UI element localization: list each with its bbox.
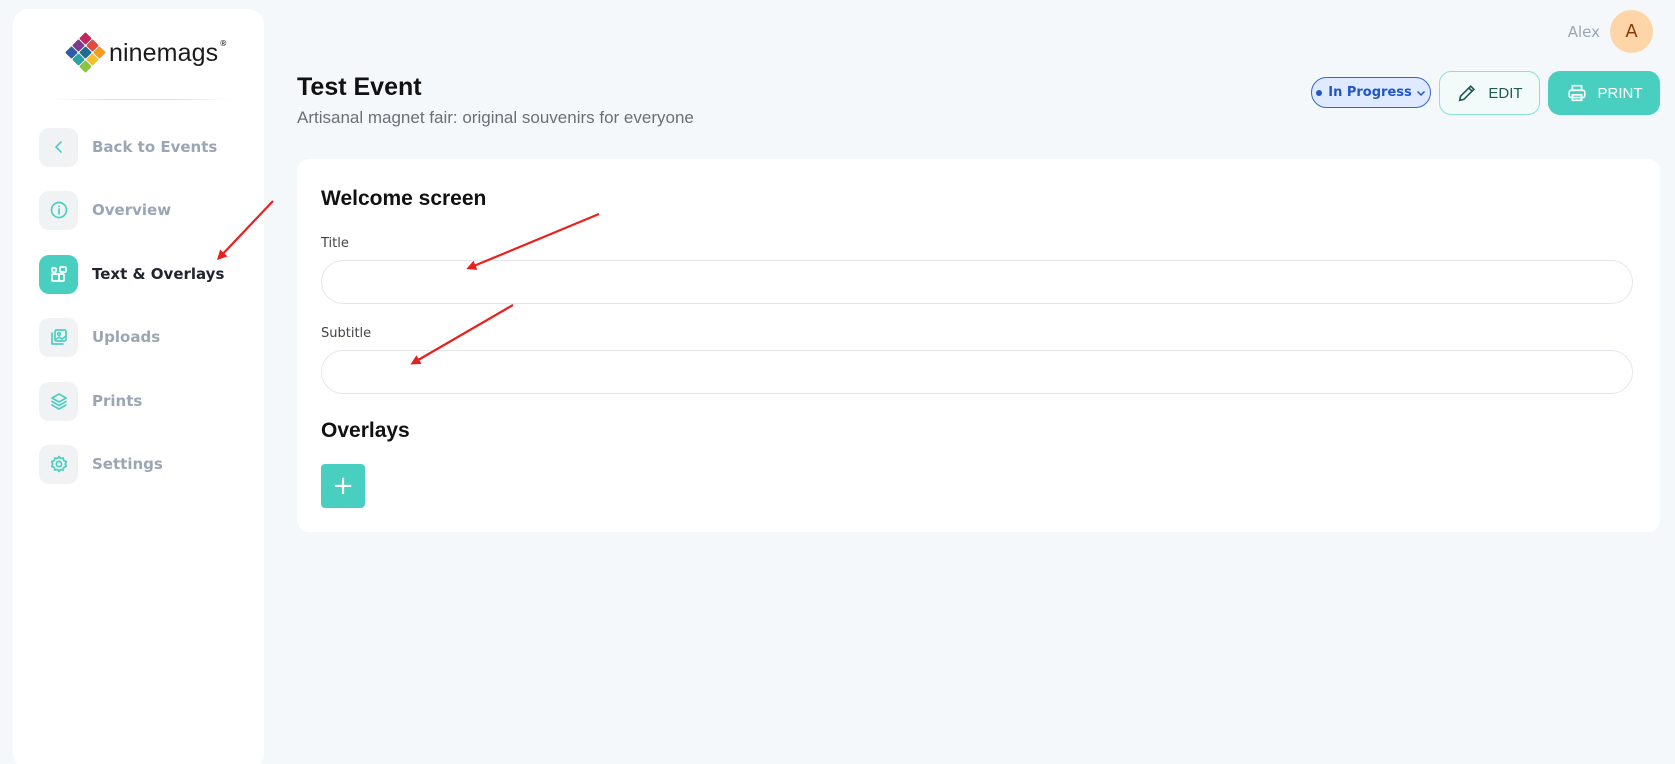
sidebar-item-prints[interactable]: Prints — [39, 381, 142, 421]
welcome-screen-heading: Welcome screen — [321, 187, 487, 210]
sidebar-item-text-overlays[interactable]: Text & Overlays — [39, 254, 224, 294]
chevron-left-icon — [39, 127, 78, 167]
sidebar-item-label: Settings — [92, 455, 163, 473]
sidebar-item-back-to-events[interactable]: Back to Events — [39, 127, 217, 167]
edit-button[interactable]: EDIT — [1439, 71, 1540, 115]
layers-icon — [39, 381, 78, 421]
welcome-card: Welcome screen Title Subtitle Overlays + — [297, 159, 1660, 532]
logo-mark-icon — [65, 31, 106, 75]
subtitle-field-label: Subtitle — [321, 326, 372, 341]
sidebar-item-label: Uploads — [92, 328, 161, 346]
gear-icon — [39, 444, 78, 484]
printer-icon — [1567, 84, 1586, 102]
sidebar-item-overview[interactable]: Overview — [39, 190, 171, 230]
sidebar-item-label: Text & Overlays — [92, 265, 225, 283]
status-dropdown[interactable]: In Progress — [1311, 77, 1431, 108]
user-menu[interactable]: Alex A — [1568, 10, 1653, 53]
sidebar-item-label: Prints — [92, 392, 143, 410]
brand-registered-mark: ® — [219, 38, 228, 48]
print-button[interactable]: PRINT — [1548, 71, 1660, 115]
chevron-down-icon — [1416, 90, 1425, 96]
avatar[interactable]: A — [1610, 10, 1653, 53]
sidebar-item-settings[interactable]: Settings — [39, 444, 163, 484]
user-name: Alex — [1567, 22, 1600, 41]
subtitle-input[interactable] — [321, 350, 1633, 394]
page-subtitle: Artisanal magnet fair: original souvenir… — [297, 108, 694, 127]
sidebar-item-label: Overview — [92, 201, 172, 219]
sidebar: ninemags ® Back to Events Overview Text &… — [13, 9, 264, 764]
title-input[interactable] — [321, 260, 1633, 304]
brand-name: ninemags — [109, 38, 219, 67]
sidebar-divider — [53, 99, 233, 100]
info-icon — [39, 190, 78, 230]
widgets-icon — [39, 254, 78, 294]
sidebar-item-label: Back to Events — [92, 138, 218, 156]
add-overlay-button[interactable]: + — [321, 464, 365, 508]
print-label: PRINT — [1597, 84, 1643, 102]
page-title: Test Event — [297, 73, 422, 101]
title-field-label: Title — [321, 236, 349, 251]
sidebar-item-uploads[interactable]: Uploads — [39, 317, 160, 357]
brand-logo[interactable]: ninemags ® — [65, 31, 228, 75]
pencil-icon — [1458, 84, 1476, 102]
edit-label: EDIT — [1488, 84, 1523, 102]
images-icon — [39, 317, 78, 357]
overlays-heading: Overlays — [321, 419, 410, 442]
status-label: In Progress — [1328, 85, 1412, 100]
status-dot-icon — [1316, 89, 1323, 96]
